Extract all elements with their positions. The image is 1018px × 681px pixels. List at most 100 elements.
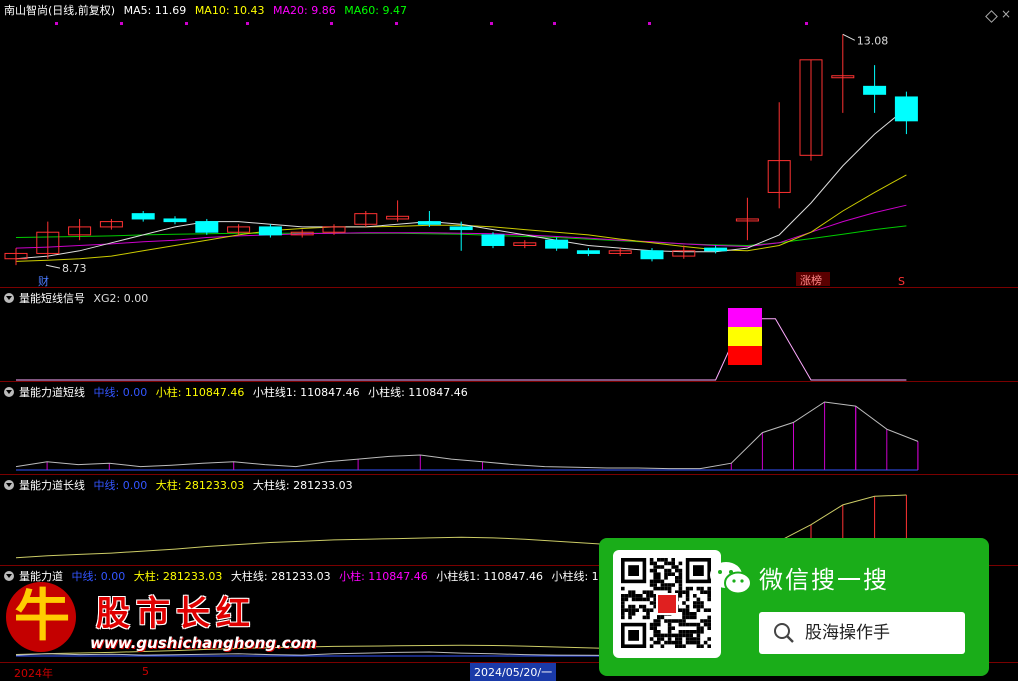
qr-module bbox=[646, 597, 650, 602]
qr-module bbox=[649, 644, 654, 648]
qr-module bbox=[678, 608, 683, 612]
qr-module bbox=[621, 615, 625, 620]
close-icon[interactable]: × bbox=[1001, 8, 1011, 20]
qr-module bbox=[660, 637, 665, 641]
qr-module bbox=[628, 608, 632, 612]
qr-module bbox=[689, 633, 693, 638]
short-power-panel[interactable]: 量能力道短线 中线: 0.00 小柱: 110847.46 小柱线1: 1108… bbox=[0, 382, 1018, 475]
qr-module bbox=[685, 633, 690, 638]
collapse-icon[interactable] bbox=[4, 293, 14, 303]
qr-module bbox=[657, 633, 661, 638]
qr-module bbox=[667, 619, 672, 623]
qr-module bbox=[628, 594, 632, 598]
niu-glyph: 牛 bbox=[14, 583, 70, 649]
qr-module bbox=[689, 630, 693, 634]
qr-module bbox=[624, 594, 629, 598]
qr-module bbox=[671, 583, 675, 587]
qr-module bbox=[707, 597, 711, 602]
qr-module bbox=[621, 586, 625, 591]
qr-module bbox=[675, 640, 679, 645]
price-panel[interactable]: 13.08 8.73 财 涨榜 S 南山智尚(日线,前复权) MA5: 11.69 MA… bbox=[0, 0, 1018, 288]
qr-module bbox=[675, 579, 679, 584]
qr-module bbox=[653, 572, 657, 576]
qr-module bbox=[689, 612, 693, 616]
qr-module bbox=[649, 608, 654, 612]
qr-module bbox=[631, 590, 636, 594]
qr-module bbox=[631, 612, 636, 616]
xg2-label: XG2: 0.00 bbox=[93, 292, 149, 305]
qr-module bbox=[689, 615, 693, 620]
qr-module bbox=[693, 604, 697, 609]
qr-finder bbox=[693, 565, 704, 576]
qr-module bbox=[649, 568, 654, 573]
qr-module bbox=[703, 619, 708, 623]
signal-block bbox=[728, 346, 762, 365]
qr-module bbox=[642, 608, 647, 612]
qr-module bbox=[696, 637, 701, 641]
qr-module bbox=[671, 640, 675, 645]
qr-module bbox=[621, 604, 625, 609]
qr-module bbox=[707, 622, 711, 627]
qr-module bbox=[657, 565, 661, 569]
qr-module bbox=[678, 572, 683, 576]
qr-code bbox=[613, 550, 721, 658]
qr-module bbox=[646, 590, 650, 594]
candle-body bbox=[704, 247, 728, 252]
qr-module bbox=[685, 640, 690, 645]
qr-module bbox=[657, 572, 661, 576]
qr-module bbox=[653, 586, 657, 591]
qr-module bbox=[635, 594, 639, 598]
collapse-icon[interactable] bbox=[4, 387, 14, 397]
qr-module bbox=[707, 626, 711, 630]
qr-module bbox=[678, 590, 683, 594]
qr-module bbox=[657, 615, 661, 620]
qr-module bbox=[653, 561, 657, 566]
qr-module bbox=[693, 622, 697, 627]
marker-dot bbox=[330, 22, 333, 25]
qr-module bbox=[657, 622, 661, 627]
qr-module bbox=[649, 579, 654, 584]
qr-module bbox=[700, 590, 704, 594]
search-query: 股海操作手 bbox=[805, 623, 890, 643]
wechat-title: 微信搜一搜 bbox=[759, 566, 889, 594]
brand-name: 股市长红 bbox=[96, 594, 256, 634]
qr-module bbox=[624, 608, 629, 612]
wechat-search-box[interactable]: 股海操作手 bbox=[759, 612, 965, 654]
qr-module bbox=[628, 604, 632, 609]
qr-module bbox=[682, 608, 686, 612]
qr-module bbox=[649, 590, 654, 594]
signal-panel[interactable]: 量能短线信号 XG2: 0.00 bbox=[0, 288, 1018, 382]
qr-module bbox=[675, 619, 679, 623]
period-label: (日线,前复权) bbox=[48, 4, 116, 17]
qr-module bbox=[667, 626, 672, 630]
qr-module bbox=[667, 633, 672, 638]
small-bar-line-label: 小柱线: 110847.46 bbox=[368, 386, 468, 399]
qr-module bbox=[631, 608, 636, 612]
big-bar-line-label: 大柱线: 281233.03 bbox=[252, 479, 353, 492]
qr-module bbox=[657, 576, 661, 580]
qr-module bbox=[660, 633, 665, 638]
mid-line-label: 中线: 0.00 bbox=[93, 386, 148, 399]
qr-module bbox=[682, 630, 686, 634]
qr-module bbox=[707, 637, 711, 641]
qr-module bbox=[682, 619, 686, 623]
qr-module bbox=[671, 633, 675, 638]
qr-module bbox=[653, 576, 657, 580]
qr-module bbox=[707, 608, 711, 612]
qr-module bbox=[675, 644, 679, 648]
wechat-search-banner[interactable]: 微信搜一搜 股海操作手 bbox=[599, 538, 989, 676]
sell-signal: S bbox=[898, 275, 905, 288]
qr-module bbox=[664, 619, 668, 623]
signal-header: 量能短线信号 XG2: 0.00 bbox=[4, 290, 153, 306]
candlestick-chart[interactable]: 13.08 8.73 财 涨榜 S bbox=[0, 0, 1018, 288]
short-power-header: 量能力道短线 中线: 0.00 小柱: 110847.46 小柱线1: 1108… bbox=[4, 384, 473, 400]
candle-body bbox=[258, 226, 282, 236]
candle-body bbox=[576, 250, 600, 254]
qr-module bbox=[653, 626, 657, 630]
collapse-icon[interactable] bbox=[4, 480, 14, 490]
candle-body bbox=[863, 85, 887, 95]
qr-module bbox=[693, 594, 697, 598]
qr-module bbox=[649, 622, 654, 627]
marker-dot bbox=[648, 22, 651, 25]
qr-module bbox=[657, 637, 661, 641]
